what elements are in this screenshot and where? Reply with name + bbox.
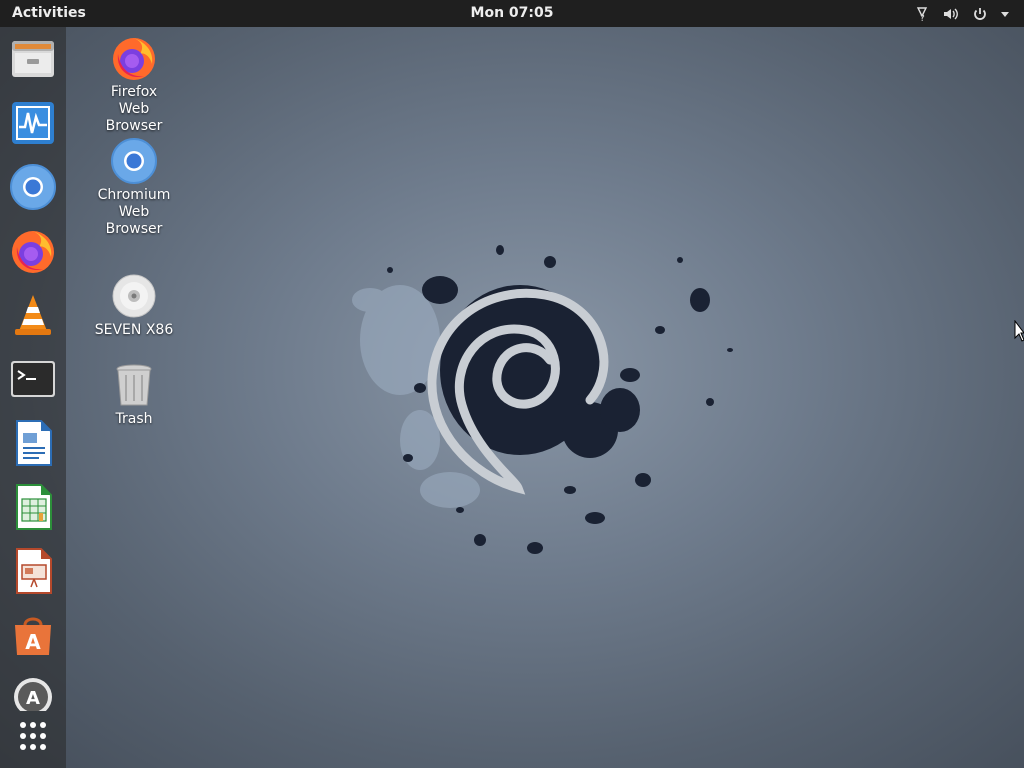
clock[interactable]: Mon 07:05 [471, 5, 554, 21]
show-applications-button[interactable] [9, 715, 57, 763]
dock-firefox[interactable] [9, 227, 57, 275]
desktop-icon-chromium[interactable]: Chromium Web Browser [79, 137, 189, 238]
desktop-icon-label: Trash [115, 411, 153, 427]
impress-icon [16, 548, 52, 594]
svg-text:?: ? [920, 14, 925, 22]
calc-icon [16, 484, 52, 530]
chromium-icon [10, 164, 56, 210]
dock-vlc[interactable] [9, 291, 57, 339]
mouse-cursor-icon [1014, 320, 1024, 342]
firefox-icon [113, 38, 155, 80]
app-grid-icon [20, 722, 46, 750]
svg-text:A: A [26, 688, 40, 709]
dock-updates[interactable]: A [9, 671, 57, 711]
desktop-icon-firefox[interactable]: Firefox Web Browser [79, 34, 189, 135]
dock-terminal[interactable] [9, 355, 57, 403]
desktop-icon-label: Firefox Web Browser [105, 84, 163, 134]
firefox-icon [12, 231, 54, 273]
desktop-icon-label: Chromium Web Browser [97, 187, 171, 237]
trash-icon [116, 364, 152, 406]
writer-icon [16, 420, 52, 466]
debian-swirl-wallpaper [352, 245, 733, 554]
system-monitor-icon [12, 102, 54, 144]
dock-system-monitor[interactable] [9, 99, 57, 147]
dock: A A [0, 27, 66, 768]
cd-rom-icon [112, 274, 156, 318]
desktop-icon-cdrom[interactable]: SEVEN X86 [79, 272, 189, 339]
terminal-icon [11, 361, 55, 397]
volume-icon[interactable] [942, 6, 960, 22]
dock-files[interactable] [9, 35, 57, 83]
dock-writer[interactable] [9, 419, 57, 467]
network-icon[interactable]: ? [914, 6, 930, 22]
dock-impress[interactable] [9, 547, 57, 595]
svg-text:A: A [25, 630, 41, 654]
software-center-icon: A [15, 617, 51, 655]
system-menu-arrow-icon[interactable] [1000, 10, 1010, 18]
desktop-icon-trash[interactable]: Trash [79, 361, 189, 428]
dock-calc[interactable] [9, 483, 57, 531]
top-bar: Activities Mon 07:05 ? [0, 0, 1024, 27]
activities-button[interactable]: Activities [12, 0, 86, 27]
power-icon[interactable] [972, 6, 988, 22]
file-cabinet-icon [12, 41, 54, 77]
dock-software[interactable]: A [9, 611, 57, 659]
chromium-icon [111, 138, 157, 184]
update-icon: A [14, 678, 52, 711]
vlc-icon [15, 295, 51, 335]
dock-chromium[interactable] [9, 163, 57, 211]
system-tray[interactable]: ? [914, 0, 1010, 27]
desktop-icon-label: SEVEN X86 [94, 322, 174, 338]
